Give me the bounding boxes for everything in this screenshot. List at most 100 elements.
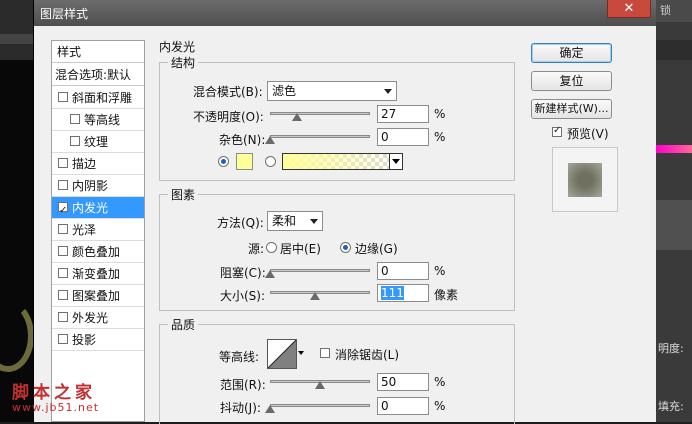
jitter-slider[interactable] <box>270 404 370 407</box>
style-item[interactable]: 描边 <box>52 153 144 175</box>
range-unit: % <box>434 375 446 389</box>
range-slider-thumb[interactable] <box>315 381 325 389</box>
elements-section: 图素 方法(Q): 柔和 源: 居中(E) 边缘(G) 阻塞(C): 0 % 大… <box>159 186 515 311</box>
style-item[interactable]: 光泽 <box>52 219 144 241</box>
glow-gradient-picker[interactable] <box>282 153 402 170</box>
style-item-label: 描边 <box>72 157 97 171</box>
style-item[interactable]: 纹理 <box>52 131 144 153</box>
dialog-title: 图层样式 <box>40 7 89 21</box>
style-item[interactable]: 颜色叠加 <box>52 241 144 263</box>
gradient-dropdown-button[interactable] <box>389 153 403 170</box>
opacity-slider-thumb[interactable] <box>292 113 302 121</box>
style-item[interactable]: 内发光 <box>52 197 144 222</box>
opacity-input[interactable]: 27 <box>377 105 429 123</box>
style-item-checkbox[interactable] <box>58 334 68 344</box>
noise-slider[interactable] <box>270 135 370 138</box>
style-item-checkbox[interactable] <box>58 312 68 322</box>
range-label: 范围(R): <box>220 378 266 392</box>
chevron-down-icon <box>310 219 318 224</box>
background-color-ramp <box>656 145 692 153</box>
style-item-label: 渐变叠加 <box>72 267 121 281</box>
style-item-label: 投影 <box>72 333 97 347</box>
size-slider[interactable] <box>270 291 370 294</box>
style-item-label: 颜色叠加 <box>72 245 121 259</box>
contour-picker[interactable] <box>267 339 297 369</box>
style-item[interactable]: 外发光 <box>52 307 144 329</box>
blend-mode-select[interactable]: 滤色 <box>267 81 397 101</box>
reset-button[interactable]: 复位 <box>531 71 612 91</box>
jitter-label: 抖动(J): <box>220 401 261 415</box>
source-center-label[interactable]: 居中(E) <box>280 240 321 257</box>
solid-color-radio[interactable] <box>218 156 229 167</box>
jitter-slider-thumb[interactable] <box>265 405 275 413</box>
style-item[interactable]: 图案叠加 <box>52 285 144 307</box>
quality-legend: 品质 <box>168 316 199 333</box>
choke-slider[interactable] <box>270 269 370 272</box>
styles-list: 样式 混合选项:默认 斜面和浮雕等高线纹理描边内阴影内发光光泽颜色叠加渐变叠加图… <box>51 40 145 422</box>
style-item-checkbox[interactable] <box>58 200 68 222</box>
background-panel-row <box>656 40 692 60</box>
styles-header[interactable]: 样式 <box>52 41 144 63</box>
contour-label: 等高线: <box>219 350 260 364</box>
contour-dropdown-button[interactable] <box>297 339 307 369</box>
background-panels: 锁 明度: 填充: <box>656 0 692 422</box>
style-item-label: 斜面和浮雕 <box>72 91 133 105</box>
preview-label[interactable]: 预览(V) <box>567 125 609 142</box>
size-label: 大小(S): <box>220 289 266 303</box>
layer-style-dialog: 图层样式 ✕ 样式 混合选项:默认 斜面和浮雕等高线纹理描边内阴影内发光光泽颜色… <box>33 0 656 424</box>
blending-options-item[interactable]: 混合选项:默认 <box>52 64 144 86</box>
noise-slider-thumb[interactable] <box>265 136 275 144</box>
preview-checkbox[interactable] <box>552 125 562 137</box>
style-item[interactable]: 投影 <box>52 329 144 351</box>
opacity-slider[interactable] <box>270 112 370 115</box>
style-item-checkbox[interactable] <box>58 180 68 190</box>
method-value: 柔和 <box>272 214 297 228</box>
style-item-checkbox[interactable] <box>58 158 68 168</box>
dialog-titlebar[interactable]: 图层样式 ✕ <box>34 0 656 26</box>
elements-legend: 图素 <box>168 186 199 203</box>
background-lightness-label: 明度: <box>658 342 684 355</box>
source-edge-label[interactable]: 边缘(G) <box>355 240 398 257</box>
method-label: 方法(Q): <box>217 216 264 230</box>
structure-legend: 结构 <box>168 54 199 71</box>
choke-slider-thumb[interactable] <box>265 270 275 278</box>
source-edge-radio[interactable] <box>340 242 351 253</box>
style-item-label: 等高线 <box>84 113 121 127</box>
style-item[interactable]: 内阴影 <box>52 175 144 197</box>
background-panel-block <box>656 200 692 250</box>
noise-input[interactable]: 0 <box>377 128 429 146</box>
size-slider-thumb[interactable] <box>310 292 320 300</box>
style-item[interactable]: 等高线 <box>52 109 144 131</box>
new-style-button[interactable]: 新建样式(W)... <box>531 99 612 119</box>
source-center-radio[interactable] <box>266 242 277 253</box>
style-item-checkbox[interactable] <box>58 246 68 256</box>
style-item-checkbox[interactable] <box>70 114 80 124</box>
jitter-input[interactable]: 0 <box>377 397 429 415</box>
background-shape <box>0 300 34 372</box>
close-button[interactable]: ✕ <box>607 0 651 18</box>
gradient-radio[interactable] <box>265 156 276 167</box>
style-item-checkbox[interactable] <box>70 136 80 146</box>
style-item-checkbox[interactable] <box>58 92 68 102</box>
style-item-checkbox[interactable] <box>58 290 68 300</box>
choke-label: 阻塞(C): <box>220 266 266 280</box>
method-select[interactable]: 柔和 <box>267 211 323 231</box>
ok-button[interactable]: 确定 <box>531 43 612 63</box>
antialias-checkbox[interactable] <box>320 348 330 358</box>
structure-section: 结构 混合模式(B): 滤色 不透明度(O): 27 % 杂色(N): 0 % <box>159 54 515 181</box>
style-item-checkbox[interactable] <box>58 268 68 278</box>
choke-unit: % <box>434 264 446 278</box>
range-input[interactable]: 50 <box>377 373 429 391</box>
style-preview-thumbnail <box>552 147 618 212</box>
style-item-checkbox[interactable] <box>58 224 68 234</box>
style-item[interactable]: 斜面和浮雕 <box>52 87 144 109</box>
size-input[interactable]: 111 <box>377 284 429 302</box>
noise-label: 杂色(N): <box>219 133 266 147</box>
style-item[interactable]: 渐变叠加 <box>52 263 144 285</box>
glow-color-swatch[interactable] <box>236 153 253 170</box>
style-item-label: 外发光 <box>72 311 109 325</box>
antialias-label[interactable]: 消除锯齿(L) <box>335 346 399 363</box>
opacity-unit: % <box>434 107 446 121</box>
style-item-label: 光泽 <box>72 223 97 237</box>
choke-input[interactable]: 0 <box>377 262 429 280</box>
